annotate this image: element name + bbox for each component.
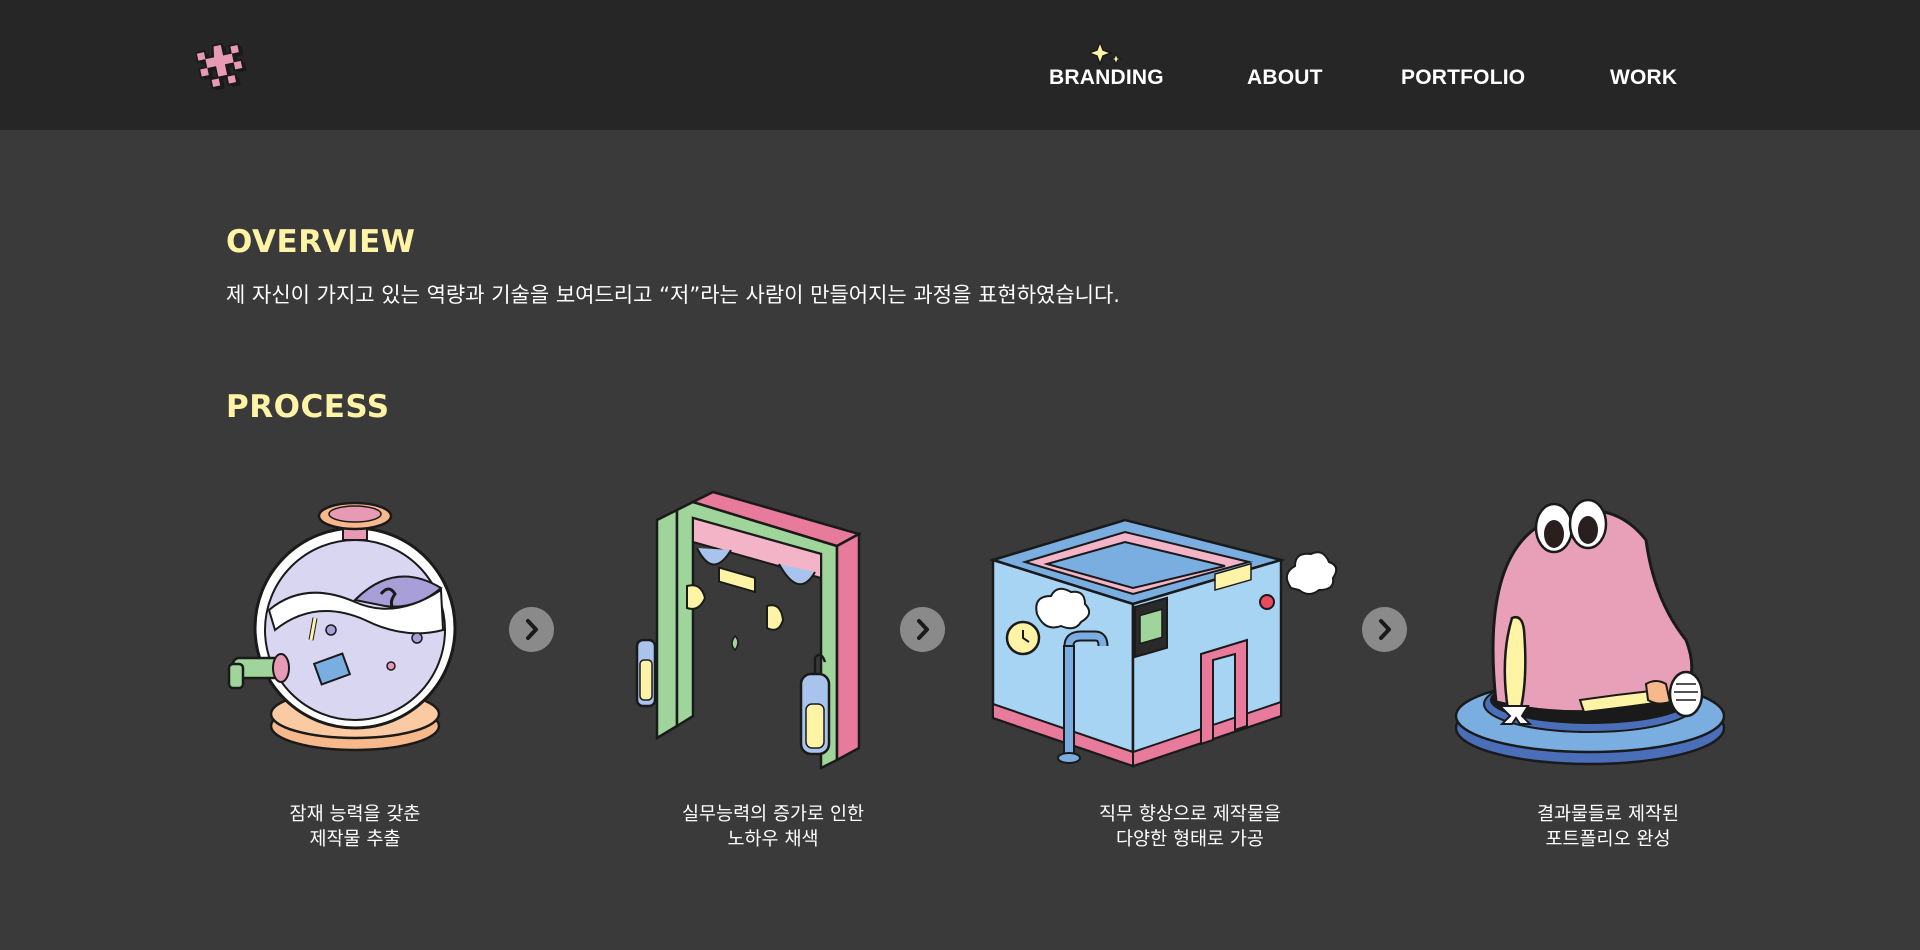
process-title: PROCESS xyxy=(226,389,390,425)
chevron-right-icon xyxy=(1379,619,1391,640)
nav-work[interactable]: WORK xyxy=(1610,66,1677,90)
caption-line: 포트폴리오 완성 xyxy=(1545,829,1671,850)
sparkle-icon xyxy=(1090,40,1123,67)
caption-line: 다양한 형태로 가공 xyxy=(1116,829,1264,850)
process-step-caption-4: 결과물들로 제작된 포트폴리오 완성 xyxy=(1458,802,1758,852)
site-header: BRANDING ABOUT PORTFOLIO WORK xyxy=(0,0,1920,130)
caption-line: 실무능력의 증가로 인한 xyxy=(682,804,864,825)
chevron-right-icon xyxy=(526,619,538,640)
nav-about[interactable]: ABOUT xyxy=(1247,66,1323,90)
process-step-portfolio xyxy=(1450,490,1750,780)
caption-line: 직무 향상으로 제작물을 xyxy=(1099,804,1281,825)
process-step-extract xyxy=(205,490,505,780)
overview-text: 제 자신이 가지고 있는 역량과 기술을 보여드리고 “저”라는 사람이 만들어… xyxy=(226,283,1120,307)
next-step-button-3[interactable] xyxy=(1362,607,1407,652)
nav-branding[interactable]: BRANDING xyxy=(1049,66,1164,90)
next-step-button-2[interactable] xyxy=(900,607,945,652)
process-step-caption-1: 잠재 능력을 갖춘 제작물 추출 xyxy=(205,802,505,852)
nav-portfolio[interactable]: PORTFOLIO xyxy=(1401,66,1525,90)
caption-line: 결과물들로 제작된 xyxy=(1536,804,1680,825)
process-step-coloring xyxy=(623,490,923,780)
pink-blob-character-icon xyxy=(1454,498,1726,766)
next-step-button-1[interactable] xyxy=(509,607,554,652)
factory-box-icon xyxy=(988,518,1338,768)
caption-line: 잠재 능력을 갖춘 xyxy=(289,804,421,825)
process-step-caption-3: 직무 향상으로 제작물을 다양한 형태로 가공 xyxy=(1040,802,1340,852)
gate-arch-icon xyxy=(635,490,863,771)
caption-line: 제작물 추출 xyxy=(309,829,401,850)
process-step-processing xyxy=(985,490,1338,780)
caption-line: 노하우 채색 xyxy=(727,829,819,850)
overview-title: OVERVIEW xyxy=(226,224,416,260)
gumball-machine-icon xyxy=(227,501,457,752)
process-step-caption-2: 실무능력의 증가로 인한 노하우 채색 xyxy=(623,802,923,852)
main-nav: BRANDING ABOUT PORTFOLIO WORK xyxy=(0,66,1920,96)
chevron-right-icon xyxy=(917,619,929,640)
